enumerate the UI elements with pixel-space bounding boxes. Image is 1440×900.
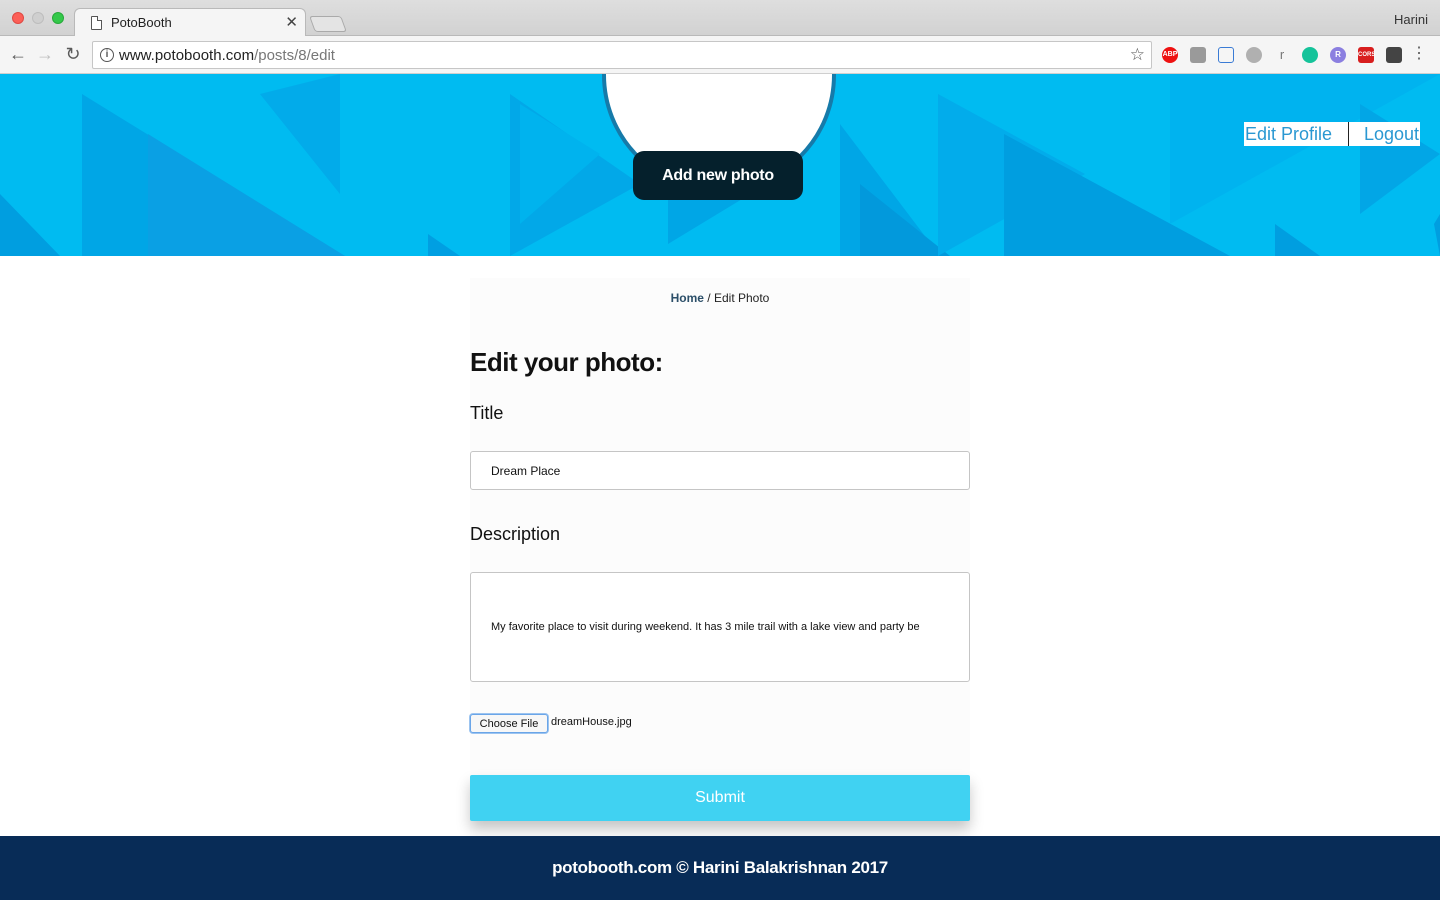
logout-link[interactable]: Logout: [1349, 122, 1420, 146]
r-extension-icon[interactable]: r: [1274, 47, 1290, 63]
browser-menu-icon[interactable]: ⋮: [1411, 45, 1427, 63]
description-text: My favorite place to visit during weeken…: [491, 621, 920, 633]
grammarly-icon[interactable]: [1302, 47, 1318, 63]
info-icon[interactable]: i: [100, 48, 114, 62]
description-textarea[interactable]: My favorite place to visit during weeken…: [470, 572, 970, 682]
r-badge-extension-icon[interactable]: R: [1330, 47, 1346, 63]
edit-profile-link[interactable]: Edit Profile: [1244, 122, 1349, 146]
back-arrow-icon[interactable]: ←: [8, 44, 28, 64]
browser-tab[interactable]: PotoBooth ✕: [74, 8, 306, 37]
hero-banner: Add new photo Edit Profile Logout: [0, 74, 1440, 256]
page-icon: [91, 16, 102, 30]
breadcrumb-home-link[interactable]: Home: [671, 291, 704, 305]
maximize-window-button[interactable]: [52, 12, 64, 24]
footer-copyright: potobooth.com © Harini Balakrishnan 2017: [552, 858, 888, 877]
add-new-photo-button[interactable]: Add new photo: [633, 151, 803, 200]
extension-icon[interactable]: [1190, 47, 1206, 63]
minimize-window-button[interactable]: [32, 12, 44, 24]
browser-profile-name[interactable]: Harini: [1394, 12, 1428, 27]
puzzle-extension-icon[interactable]: [1246, 47, 1262, 63]
url-text[interactable]: www.potobooth.com/posts/8/edit: [119, 47, 335, 64]
submit-button[interactable]: Submit: [470, 775, 970, 821]
breadcrumb-separator: /: [703, 291, 714, 305]
chosen-file-name: dreamHouse.jpg: [551, 716, 632, 728]
title-input[interactable]: [470, 451, 970, 490]
breadcrumb: Home / Edit Photo: [470, 291, 970, 305]
tab-title: PotoBooth: [111, 15, 172, 30]
browser-tab-bar: PotoBooth ✕ Harini: [0, 0, 1440, 37]
page-title: Edit your photo:: [470, 347, 663, 377]
address-bar[interactable]: i www.potobooth.com/posts/8/edit ☆: [92, 41, 1152, 69]
cors-extension-icon[interactable]: CORS: [1358, 47, 1375, 63]
breadcrumb-current: Edit Photo: [713, 291, 770, 305]
new-tab-button[interactable]: [309, 16, 347, 32]
bookmark-star-icon[interactable]: ☆: [1130, 45, 1145, 65]
page-footer: potobooth.com © Harini Balakrishnan 2017: [0, 836, 1440, 900]
description-label: Description: [470, 524, 561, 544]
user-nav: Edit Profile Logout: [1244, 122, 1420, 146]
choose-file-button[interactable]: Choose File: [470, 714, 548, 733]
url-path: /posts/8/edit: [254, 47, 335, 64]
forward-arrow-icon[interactable]: →: [35, 44, 55, 64]
title-label: Title: [470, 403, 504, 423]
reload-icon[interactable]: ↻: [63, 44, 83, 64]
close-window-button[interactable]: [12, 12, 24, 24]
close-tab-icon[interactable]: ✕: [285, 13, 298, 31]
cast-icon[interactable]: [1218, 47, 1234, 63]
adblock-extension-icon[interactable]: ABP: [1162, 47, 1178, 63]
url-host: www.potobooth.com: [119, 47, 255, 64]
browser-toolbar: ← → ↻ i www.potobooth.com/posts/8/edit ☆…: [0, 36, 1440, 74]
film-extension-icon[interactable]: [1386, 47, 1402, 63]
